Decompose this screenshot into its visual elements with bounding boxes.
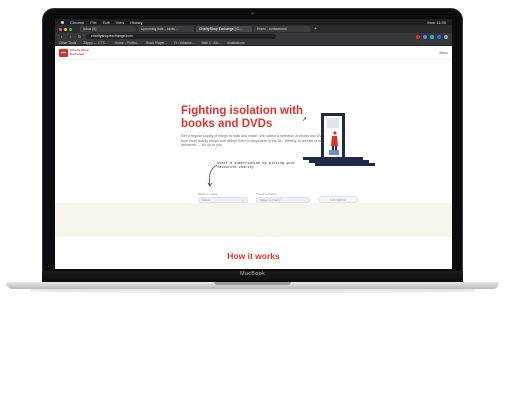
tab-charityshop-exchange[interactable]: CharityShop Exchange | C...: [196, 26, 252, 32]
site-logo[interactable]: Charity Shop Exchange: [59, 48, 89, 57]
reload-icon[interactable]: ↻: [77, 34, 82, 39]
tab-home[interactable]: Home - lordwarwick: [254, 26, 310, 32]
menubar-item-edit[interactable]: Edit: [103, 20, 110, 25]
menubar-item-view[interactable]: View: [116, 20, 125, 25]
bookmark-item[interactable]: Other Tools: [59, 41, 76, 45]
toolbar: ‹ › ↻ charityshopexchange.com: [55, 33, 452, 40]
extension-icon[interactable]: [430, 34, 434, 39]
camera-icon: [251, 12, 254, 15]
hero-title: Fighting isolation with books and DVDs: [181, 105, 304, 130]
logo-box-icon: [59, 48, 68, 57]
site-header: Charity Shop Exchange Menu: [55, 46, 452, 60]
how-it-works-heading: How it works: [227, 251, 280, 261]
bookmark-item[interactable]: Zappy — CTS...: [83, 41, 107, 45]
extension-icon[interactable]: [423, 34, 427, 39]
hero-section: Fighting isolation with books and DVDs ➚…: [55, 60, 452, 221]
screen: Chrome File Edit View History Mon 11:30 …: [55, 19, 452, 269]
get-started-button[interactable]: Get started: [318, 196, 358, 203]
charity-select-value: Select a charity: [260, 198, 281, 202]
back-icon[interactable]: ‹: [59, 34, 64, 39]
device-brand: MacBook: [239, 271, 266, 277]
charity-label: Select a charity: [256, 192, 277, 196]
menubar-item-history[interactable]: History: [130, 20, 142, 25]
tab-upcoming[interactable]: Upcoming date - lordw...: [138, 26, 194, 32]
apple-icon[interactable]: [61, 20, 64, 24]
profile-avatar[interactable]: [444, 34, 448, 39]
logo-line-2: Exchange: [70, 51, 85, 56]
new-tab-icon[interactable]: +: [314, 26, 317, 32]
extension-icon[interactable]: [437, 34, 441, 39]
menubar-app[interactable]: Chrome: [70, 20, 84, 25]
close-window-button[interactable]: [59, 27, 62, 31]
region-label: Select a region: [198, 192, 219, 196]
handwritten-note: start a subscription by picking your fav…: [217, 161, 295, 170]
bookmark-item[interactable]: Home - Portfol...: [115, 41, 140, 45]
bookmark-item[interactable]: Book Player...: [146, 41, 167, 45]
laptop-shadow: [30, 289, 475, 293]
address-bar[interactable]: charityshopexchange.com: [86, 34, 276, 39]
tab-strip: Inbox (6) Upcoming date - lordw... Chari…: [55, 25, 452, 33]
forward-icon[interactable]: ›: [68, 34, 73, 39]
menu-link[interactable]: Menu: [440, 51, 448, 55]
bookmark-item[interactable]: Mail 2 - Ad...: [202, 41, 221, 45]
web-page: Charity Shop Exchange Menu Fighting isol…: [55, 46, 452, 269]
menubar-clock[interactable]: Mon 11:30: [427, 20, 446, 25]
region-select-value: Select: [202, 198, 211, 202]
menubar-item-file[interactable]: File: [90, 20, 96, 25]
screen-bezel: Chrome File Edit View History Mon 11:30 …: [42, 8, 463, 282]
laptop-mockup: Chrome File Edit View History Mon 11:30 …: [0, 0, 505, 402]
door-illustration: [303, 113, 375, 166]
tab-inbox[interactable]: Inbox (6): [80, 26, 136, 32]
extensions: [416, 34, 448, 39]
fullscreen-window-button[interactable]: [69, 27, 72, 31]
bookmark-item[interactable]: Fr / Ariadne...: [174, 41, 194, 45]
cream-band: [55, 203, 452, 237]
bookmark-item[interactable]: Illustrations: [227, 41, 244, 45]
laptop-notch: [214, 282, 291, 285]
extension-icon[interactable]: [416, 34, 420, 39]
minimize-window-button[interactable]: [64, 27, 67, 31]
window-controls: [59, 27, 72, 31]
